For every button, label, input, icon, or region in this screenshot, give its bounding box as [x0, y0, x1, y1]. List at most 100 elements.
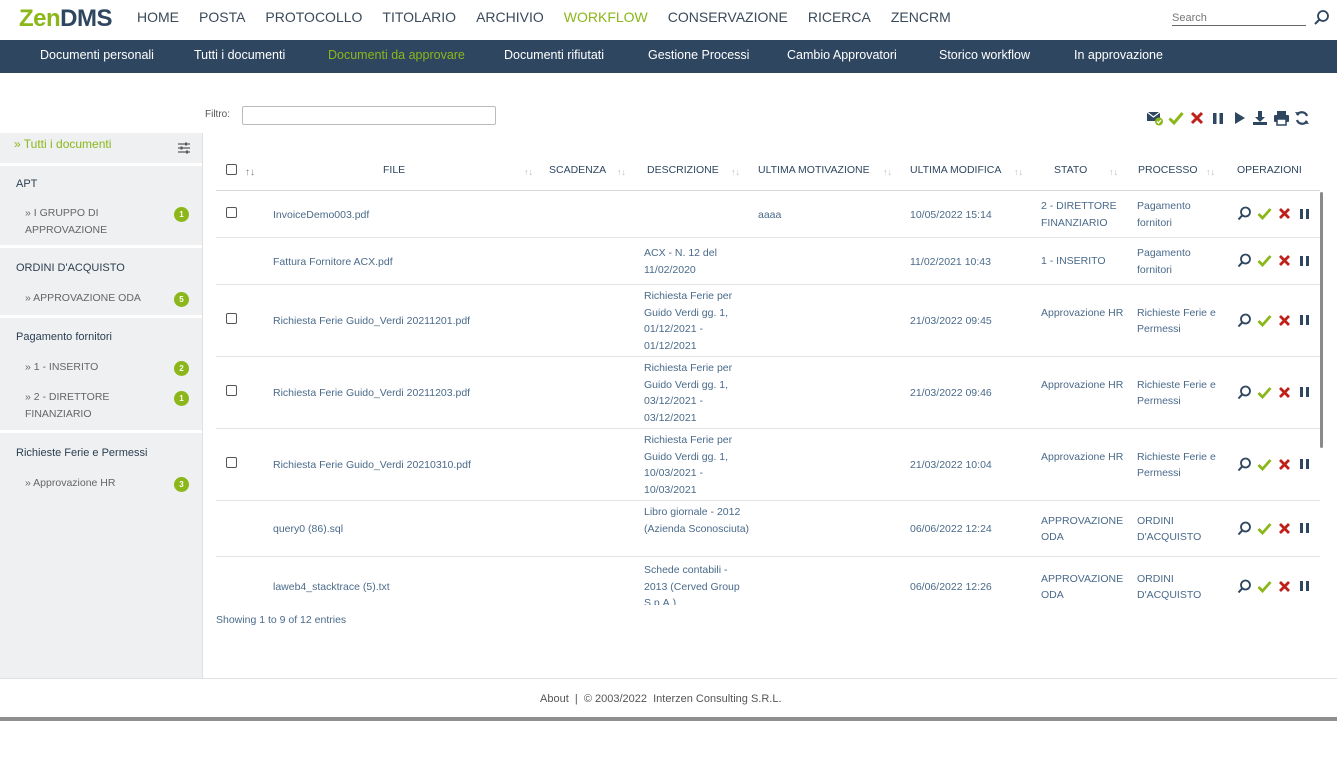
filter-settings-icon[interactable]: [177, 141, 191, 155]
search-icon[interactable]: [1234, 206, 1254, 222]
sidebar-item[interactable]: » I GRUPPO DI APPROVAZIONE: [25, 205, 165, 239]
search-icon[interactable]: [1234, 456, 1254, 472]
check-icon[interactable]: [1166, 109, 1186, 127]
filter-input[interactable]: [242, 106, 496, 125]
topnav-item-titolario[interactable]: TITOLARIO: [382, 9, 456, 25]
sort-icon[interactable]: ↑↓: [617, 167, 626, 177]
status-cell: 2 - DIRETTORE FINANZIARIO: [1041, 200, 1117, 229]
select-all-checkbox[interactable]: [226, 164, 237, 175]
subnav-item-in-approvazione[interactable]: In approvazione: [1074, 48, 1163, 62]
search-input[interactable]: [1172, 12, 1302, 24]
close-icon[interactable]: [1274, 206, 1294, 222]
subnav-item-tutti-i-documenti[interactable]: Tutti i documenti: [194, 48, 285, 62]
process-cell: Pagamento fornitori: [1137, 200, 1191, 229]
topnav-item-protocollo[interactable]: PROTOCOLLO: [265, 9, 362, 25]
subnav-item-documenti-personali[interactable]: Documenti personali: [40, 48, 154, 62]
close-icon[interactable]: [1274, 312, 1294, 328]
close-icon[interactable]: [1274, 578, 1294, 594]
sort-icon[interactable]: ↑↓: [524, 167, 533, 177]
topnav-item-zencrm[interactable]: ZENCRM: [891, 9, 951, 25]
sidebar-item[interactable]: » 2 - DIRETTORE FINANZIARIO: [25, 389, 165, 423]
close-icon[interactable]: [1274, 253, 1294, 269]
search-icon[interactable]: [1234, 253, 1254, 269]
check-icon[interactable]: [1254, 206, 1274, 222]
table-row[interactable]: Richiesta Ferie Guido_Verdi 20211203.pdf…: [216, 357, 1320, 429]
col-descrizione[interactable]: DESCRIZIONE: [647, 164, 719, 176]
table-row[interactable]: Richiesta Ferie Guido_Verdi 20211201.pdf…: [216, 285, 1320, 357]
search-icon[interactable]: [1234, 312, 1254, 328]
mail-check-icon[interactable]: [1145, 109, 1165, 127]
search-icon[interactable]: [1313, 9, 1331, 27]
pause-icon[interactable]: [1294, 456, 1314, 472]
status-cell: Approvazione HR: [1041, 450, 1124, 463]
topnav-item-ricerca[interactable]: RICERCA: [808, 9, 871, 25]
topnav-item-workflow[interactable]: WORKFLOW: [564, 9, 648, 25]
sidebar-item[interactable]: » APPROVAZIONE ODA: [25, 290, 165, 307]
topnav-item-archivio[interactable]: ARCHIVIO: [476, 9, 544, 25]
topnav-item-posta[interactable]: POSTA: [199, 9, 245, 25]
sidebar-item[interactable]: » 1 - INSERITO: [25, 359, 165, 376]
file-name-cell: query0 (86).sql: [273, 523, 344, 535]
play-icon[interactable]: [1229, 109, 1249, 127]
col-stato[interactable]: STATO: [1054, 164, 1087, 176]
col-file[interactable]: FILE: [383, 164, 405, 176]
close-icon[interactable]: [1187, 109, 1207, 127]
sort-icon[interactable]: ↑↓: [731, 167, 740, 177]
modified-date-cell: 21/03/2022 10:04: [910, 459, 992, 471]
topnav-item-home[interactable]: HOME: [137, 9, 179, 25]
table-row[interactable]: query0 (86).sql Libro giornale - 2012 (Az…: [216, 501, 1320, 557]
topnav-item-conservazione[interactable]: CONSERVAZIONE: [668, 9, 788, 25]
table-row[interactable]: Richiesta Ferie Guido_Verdi 20210310.pdf…: [216, 429, 1320, 501]
row-checkbox[interactable]: [226, 313, 237, 324]
search-icon[interactable]: [1234, 520, 1254, 536]
about-link[interactable]: About: [540, 693, 569, 705]
row-checkbox[interactable]: [226, 385, 237, 396]
search-icon[interactable]: [1234, 384, 1254, 400]
close-icon[interactable]: [1274, 456, 1294, 472]
check-icon[interactable]: [1254, 253, 1274, 269]
pause-icon[interactable]: [1294, 578, 1314, 594]
col-processo[interactable]: PROCESSO: [1138, 164, 1198, 176]
sort-icon[interactable]: ↑↓: [245, 167, 255, 178]
table-row[interactable]: laweb4_stacktrace (5).txt Schede contabil…: [216, 557, 1320, 605]
sort-icon[interactable]: ↑↓: [883, 167, 892, 177]
check-icon[interactable]: [1254, 384, 1274, 400]
pause-icon[interactable]: [1294, 253, 1314, 269]
table-row[interactable]: Fattura Fornitore ACX.pdf ACX - N. 12 del…: [216, 238, 1320, 285]
pause-icon[interactable]: [1294, 312, 1314, 328]
check-icon[interactable]: [1254, 312, 1274, 328]
subnav-item-documenti-rifiutati[interactable]: Documenti rifiutati: [504, 48, 604, 62]
subnav-item-documenti-da-approvare[interactable]: Documenti da approvare: [328, 48, 465, 62]
table-row[interactable]: InvoiceDemo003.pdf aaaa 10/05/2022 15:14 2 …: [216, 191, 1320, 238]
check-icon[interactable]: [1254, 456, 1274, 472]
table-scrollbar[interactable]: [1320, 192, 1323, 448]
subnav-item-cambio-approvatori[interactable]: Cambio Approvatori: [787, 48, 897, 62]
pause-icon[interactable]: [1294, 384, 1314, 400]
sort-icon[interactable]: ↑↓: [1109, 167, 1118, 177]
sort-icon[interactable]: ↑↓: [1014, 167, 1023, 177]
row-checkbox[interactable]: [226, 206, 237, 218]
print-icon[interactable]: [1271, 109, 1291, 127]
check-icon[interactable]: [1254, 578, 1274, 594]
subnav-item-storico-workflow[interactable]: Storico workflow: [939, 48, 1030, 62]
subnav-item-gestione-processi[interactable]: Gestione Processi: [648, 48, 749, 62]
sort-icon[interactable]: ↑↓: [1206, 167, 1215, 177]
row-checkbox[interactable]: [226, 457, 237, 468]
close-icon[interactable]: [1274, 384, 1294, 400]
pause-icon[interactable]: [1294, 520, 1314, 536]
brand-logo[interactable]: ZenDMS: [19, 5, 113, 33]
search-icon[interactable]: [1234, 578, 1254, 594]
row-operations: [1234, 456, 1314, 472]
refresh-icon[interactable]: [1292, 109, 1312, 127]
pause-icon[interactable]: [1294, 206, 1314, 222]
sidebar-item[interactable]: » Approvazione HR: [25, 475, 165, 492]
col-scadenza[interactable]: SCADENZA: [549, 164, 606, 176]
close-icon[interactable]: [1274, 520, 1294, 536]
col-ultima-modifica[interactable]: ULTIMA MODIFICA: [910, 164, 1001, 176]
download-icon[interactable]: [1250, 109, 1270, 127]
pause-icon[interactable]: [1208, 109, 1228, 127]
count-badge: 1: [174, 391, 189, 406]
check-icon[interactable]: [1254, 520, 1274, 536]
sidebar-all-documents[interactable]: » Tutti i documenti: [14, 137, 111, 151]
col-ultima-motivazione[interactable]: ULTIMA MOTIVAZIONE: [758, 164, 870, 176]
